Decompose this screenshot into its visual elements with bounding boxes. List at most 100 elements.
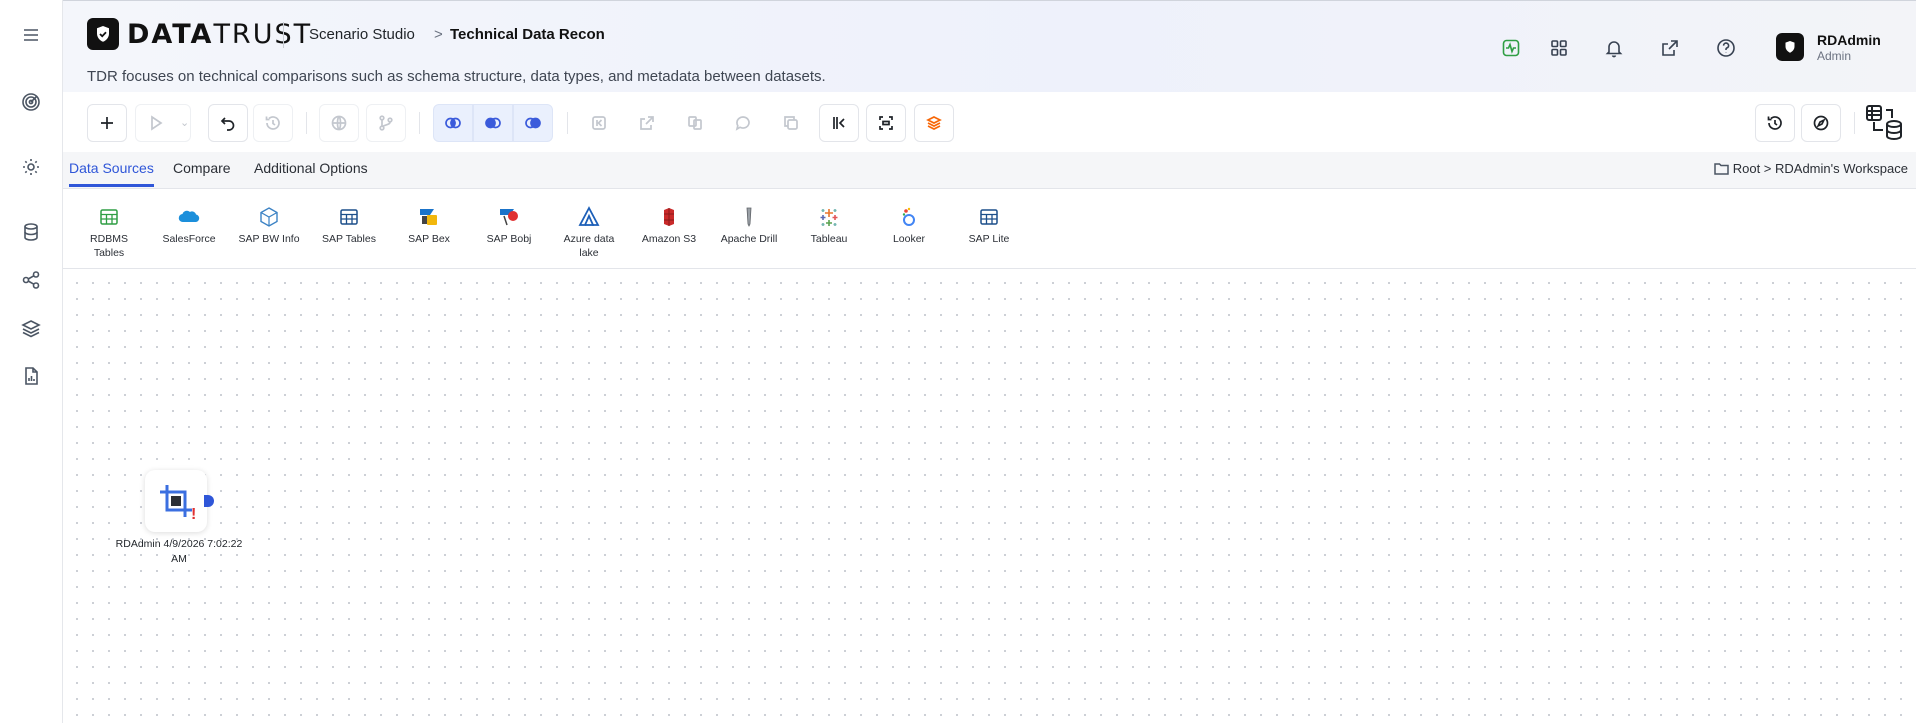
workspace-path[interactable]: Root > RDAdmin's Workspace [1713,161,1908,176]
sap-bex-icon [418,206,440,228]
workflow-node[interactable] [145,470,207,532]
stack-button[interactable] [914,104,954,142]
salesforce-icon [178,206,200,228]
source-apache-drill[interactable]: Apache Drill [716,206,782,246]
user-name[interactable]: RDAdmin [1817,32,1881,48]
share-nodes-icon[interactable] [16,265,46,295]
cube-icon [258,206,280,228]
scan-button[interactable] [866,104,906,142]
source-tableau[interactable]: Tableau [796,206,862,246]
source-sap-bobj[interactable]: SAP Bobj [476,206,542,246]
tab-additional-options[interactable]: Additional Options [254,160,368,184]
s3-icon [658,206,680,228]
tab-data-sources[interactable]: Data Sources [69,160,154,187]
crop-node-icon [160,485,192,517]
source-sap-lite[interactable]: SAP Lite [956,206,1022,246]
history-button[interactable] [253,104,293,142]
page-description: TDR focuses on technical comparisons suc… [87,68,826,85]
user-role: Admin [1817,49,1852,63]
add-button[interactable] [87,104,127,142]
help-icon[interactable] [1714,36,1738,60]
tab-bar: Data Sources Compare Additional Options … [63,152,1916,189]
source-label: SAP Tables [322,233,376,245]
header-divider [283,22,284,48]
split-view-button[interactable] [819,104,859,142]
source-label: Azure data lake [563,233,615,259]
branch-button[interactable] [366,104,406,142]
source-sap-bw-info[interactable]: SAP BW Info [236,206,302,246]
data-sources-panel: RDBMS Tables SalesForce SAP BW Info SAP … [63,189,1916,269]
tableau-icon [818,206,840,228]
brand-logo[interactable]: DATATRUST [87,18,312,50]
source-sap-tables[interactable]: SAP Tables [316,206,382,246]
chevron-down-icon[interactable]: ⌄ [180,116,189,129]
page-title: Technical Data Recon [450,26,605,43]
avatar[interactable] [1776,33,1804,61]
azure-icon [578,206,600,228]
workflow-canvas[interactable]: ! RDAdmin 4/9/2026 7:02:22 AM [63,269,1916,723]
table-icon [338,206,360,228]
source-amazon-s3[interactable]: Amazon S3 [636,206,702,246]
source-looker[interactable]: Looker [876,206,942,246]
copy-button[interactable] [771,104,811,142]
toolbar: ⌄ [63,92,1916,152]
source-label: Amazon S3 [641,233,697,245]
left-rail [0,0,63,723]
breadcrumb-studio[interactable]: Scenario Studio [309,26,415,43]
table-icon [978,206,1000,228]
restore-button[interactable] [1755,104,1795,142]
activity-icon[interactable] [1499,36,1523,60]
workspace-path-text: Root > RDAdmin's Workspace [1732,161,1908,176]
compass-button[interactable] [1801,104,1841,142]
drill-icon [738,206,760,228]
source-sap-bex[interactable]: SAP Bex [396,206,462,246]
tab-compare[interactable]: Compare [173,160,231,184]
source-label: Apache Drill [720,233,778,245]
app-header: DATATRUST Scenario Studio > Technical Da… [63,0,1916,92]
source-label: SAP Bex [408,233,450,245]
apps-grid-icon[interactable] [1547,36,1571,60]
layers-icon[interactable] [16,313,46,343]
folder-icon [1713,163,1729,175]
node-output-port[interactable] [204,495,214,507]
toolbar-divider [567,112,568,134]
report-icon[interactable] [16,361,46,391]
join-right-button[interactable] [513,104,553,142]
source-label: SalesForce [162,233,216,245]
join-left-button[interactable] [473,104,513,142]
source-salesforce[interactable]: SalesForce [156,206,222,246]
table-icon [98,206,120,228]
target-icon[interactable] [16,87,46,117]
external-link-icon[interactable] [1658,36,1682,60]
skip-back-button[interactable] [579,104,619,142]
toolbar-divider [419,112,420,134]
globe-button[interactable] [319,104,359,142]
breadcrumb-separator: > [434,26,443,43]
source-label: SAP Lite [968,233,1010,245]
comment-button[interactable] [723,104,763,142]
sap-bobj-icon [498,206,520,228]
menu-icon[interactable] [16,20,46,50]
node-label: RDAdmin 4/9/2026 7:02:22 AM [115,538,243,565]
data-compare-icon[interactable] [1864,102,1904,142]
export-button[interactable] [627,104,667,142]
source-label: SAP BW Info [238,233,300,245]
shield-icon [87,18,119,50]
database-icon[interactable] [16,217,46,247]
source-label: Tableau [810,233,848,245]
source-label: RDBMS Tables [90,233,128,259]
source-rdbms-tables[interactable]: RDBMS Tables [76,206,142,260]
compare-docs-button[interactable] [675,104,715,142]
source-azure-data-lake[interactable]: Azure data lake [556,206,622,260]
source-label: Looker [892,233,926,245]
undo-button[interactable] [208,104,248,142]
toolbar-divider [306,112,307,134]
looker-icon [898,206,920,228]
gear-icon[interactable] [16,152,46,182]
source-label: SAP Bobj [486,233,532,245]
bell-icon[interactable] [1602,36,1626,60]
toolbar-divider [1854,112,1855,134]
brand-name: DATATRUST [127,18,313,50]
node-warning-badge: ! [191,506,197,523]
join-inner-button[interactable] [433,104,473,142]
